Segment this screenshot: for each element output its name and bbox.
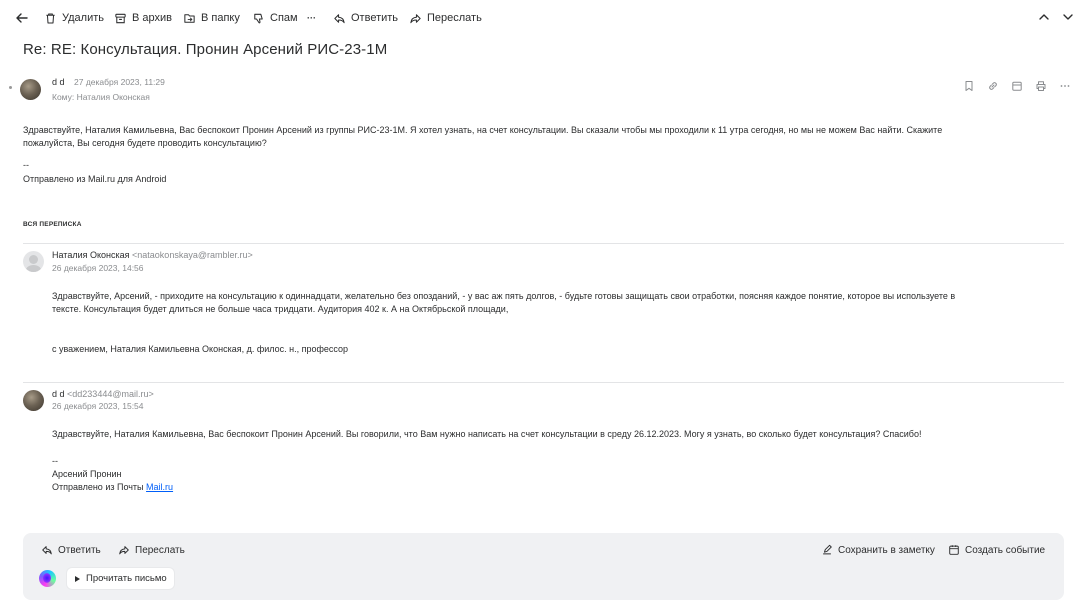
thread-signature: с уважением, Наталия Камильевна Оконская… [52, 344, 349, 354]
message-date: 27 декабря 2023, 11:29 [74, 77, 165, 87]
thread-body-line-2: тексте. Консультация будет длиться не бо… [52, 304, 509, 314]
create-event-label: Создать событие [965, 544, 1046, 556]
thread-sender[interactable]: d d <dd233444@mail.ru> [52, 389, 154, 399]
thread-body-line-1: Здравствуйте, Арсений, - приходите на ко… [52, 291, 956, 301]
thread-date: 26 декабря 2023, 15:54 [52, 401, 144, 411]
footer-forward-label: Переслать [135, 544, 185, 556]
thread-date: 26 декабря 2023, 14:56 [52, 263, 144, 273]
create-event-button[interactable]: Создать событие [948, 544, 1045, 556]
thread-signature-name: Арсений Пронин [52, 469, 122, 479]
delete-label: Удалить [62, 12, 104, 24]
calendar-icon[interactable] [1011, 80, 1023, 92]
footer-reply-button[interactable]: Ответить [41, 544, 101, 556]
move-to-folder-label: В папку [201, 12, 240, 24]
spam-button[interactable]: Спам [252, 10, 298, 26]
forward-arrow-icon [119, 546, 129, 555]
play-icon [75, 575, 80, 582]
footer-forward-button[interactable]: Переслать [118, 544, 185, 556]
trash-icon [46, 13, 55, 23]
thread-divider [23, 382, 1064, 383]
read-aloud-label: Прочитать письмо [86, 573, 167, 584]
recipient-line[interactable]: Кому: Наталия Оконская [52, 92, 150, 102]
thread-sender-name: Наталия Оконская [52, 250, 130, 260]
forward-arrow-icon [410, 13, 421, 23]
message-body-line-2: пожалуйста, Вы сегодня будете проводить … [23, 138, 267, 148]
more-options-icon[interactable] [1059, 80, 1071, 92]
thread-sender-email: <nataokonskaya@rambler.ru> [132, 250, 253, 260]
save-to-note-label: Сохранить в заметку [838, 544, 935, 556]
archive-icon [115, 13, 126, 23]
archive-button[interactable]: В архив [114, 10, 172, 26]
mail-toolbar: Удалить В архив В папку Спам ··· Ответит… [0, 0, 1086, 34]
thread-signature-dash: -- [52, 456, 58, 466]
sender-name[interactable]: d d [52, 77, 65, 87]
move-to-folder-button[interactable]: В папку [183, 10, 240, 26]
thread-sender-avatar[interactable] [23, 251, 44, 272]
save-to-note-button[interactable]: Сохранить в заметку [821, 544, 935, 556]
thread-signature-sent-text: Отправлено из Почты [52, 482, 144, 492]
more-dots-icon: ··· [307, 13, 316, 23]
bookmark-icon[interactable] [963, 80, 975, 92]
more-actions-button[interactable]: ··· [307, 10, 316, 26]
thread-divider [23, 243, 1064, 244]
note-pen-icon [823, 544, 832, 555]
reply-button[interactable]: Ответить [333, 10, 398, 26]
thumbs-down-icon [254, 13, 263, 23]
thread-section-label: вся переписка [23, 221, 82, 228]
signature-text: Отправлено из Mail.ru для Android [23, 174, 167, 184]
previous-message-chevron-up-icon[interactable] [1037, 10, 1051, 24]
reply-label: Ответить [351, 12, 399, 24]
thread-sender-avatar[interactable] [23, 390, 44, 411]
thread-sender-email: <dd233444@mail.ru> [67, 389, 154, 399]
archive-label: В архив [132, 12, 172, 24]
thread-body-line-1: Здравствуйте, Наталия Камильевна, Вас бе… [52, 429, 922, 439]
thread-sender-name: d d [52, 389, 65, 399]
print-icon[interactable] [1035, 80, 1047, 92]
unread-dot [9, 86, 12, 89]
mail-ru-link[interactable]: Mail.ru [146, 482, 173, 492]
forward-label: Переслать [427, 12, 482, 24]
forward-button[interactable]: Переслать [409, 10, 482, 26]
next-message-chevron-down-icon[interactable] [1061, 10, 1075, 24]
calendar-icon [949, 545, 959, 555]
thread-signature-sent: Отправлено из Почты Mail.ru [52, 481, 173, 494]
back-arrow-icon[interactable] [14, 10, 30, 26]
spam-label: Спам [270, 12, 298, 24]
signature-dash: -- [23, 160, 29, 170]
read-aloud-button[interactable]: Прочитать письмо [67, 568, 174, 589]
message-subject: Re: RE: Консультация. Пронин Арсений РИС… [23, 41, 388, 58]
folder-move-icon [184, 13, 195, 23]
voice-assistant-icon[interactable] [39, 570, 56, 587]
link-icon[interactable] [987, 80, 999, 92]
reply-arrow-icon [334, 13, 345, 23]
sender-avatar[interactable] [20, 79, 41, 100]
message-body-line-1: Здравствуйте, Наталия Камильевна, Вас бе… [23, 125, 943, 135]
thread-sender[interactable]: Наталия Оконская <nataokonskaya@rambler.… [52, 250, 253, 260]
quick-actions-panel: Ответить Переслать Сохранить в заметку С… [23, 533, 1064, 600]
reply-arrow-icon [42, 546, 52, 555]
footer-reply-label: Ответить [58, 544, 101, 556]
delete-button[interactable]: Удалить [44, 10, 104, 26]
